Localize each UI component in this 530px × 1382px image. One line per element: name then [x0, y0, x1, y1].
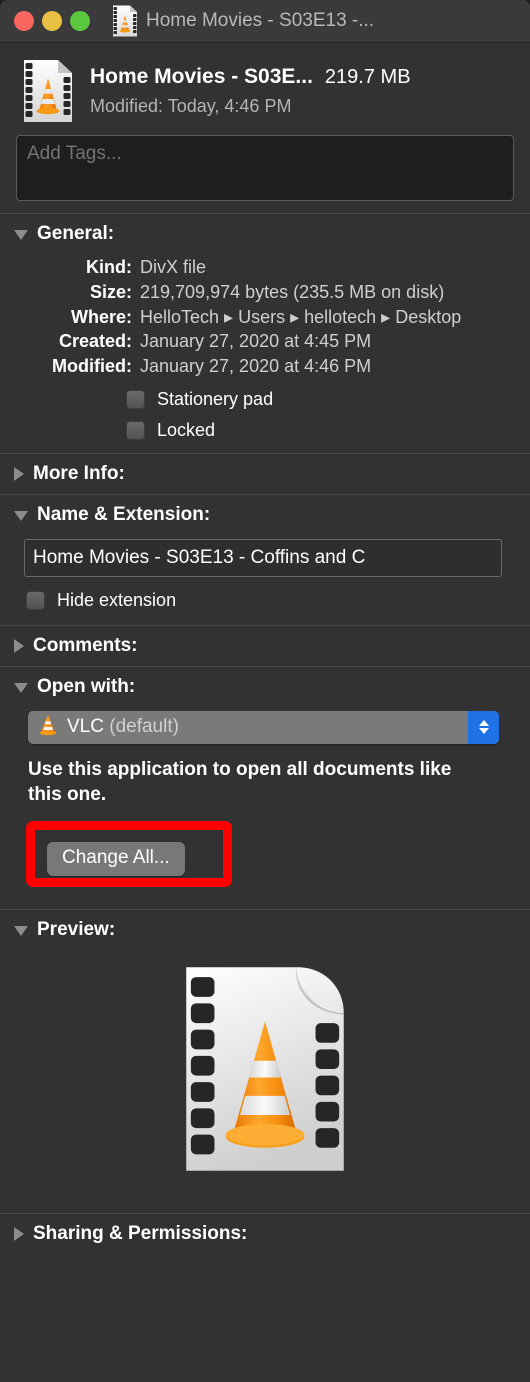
section-preview-body	[0, 950, 530, 1197]
locked-label: Locked	[157, 419, 216, 440]
open-with-description: Use this application to open all documen…	[28, 758, 452, 806]
info-row-kind: Kind: DivX file	[16, 256, 514, 280]
add-tags-input[interactable]: Add Tags...	[16, 135, 514, 201]
window-title-group: Home Movies - S03E13 -...	[112, 5, 374, 37]
info-value: 219,709,974 bytes (235.5 MB on disk)	[140, 281, 445, 302]
chevron-down-icon[interactable]	[14, 926, 28, 937]
window-titlebar: Home Movies - S03E13 -...	[0, 0, 530, 43]
file-summary-info: Home Movies - S03E... 219.7 MB Modified:…	[90, 59, 514, 117]
file-name-heading: Home Movies - S03E...	[90, 65, 313, 88]
section-general-label: General:	[37, 223, 115, 244]
section-comments-label: Comments:	[33, 634, 138, 656]
section-sharing-permissions-label: Sharing & Permissions:	[33, 1223, 248, 1245]
locked-checkbox[interactable]	[126, 420, 145, 440]
info-label: Created:	[58, 331, 132, 352]
info-row-size: Size: 219,709,974 bytes (235.5 MB on dis…	[16, 281, 514, 305]
info-value: DivX file	[140, 257, 207, 277]
stationery-pad-checkbox[interactable]	[126, 389, 145, 409]
vlc-movie-file-icon	[22, 59, 74, 123]
section-name-extension-body: Home Movies - S03E13 - Coffins and C Hid…	[0, 535, 530, 625]
section-preview-label: Preview:	[37, 919, 116, 941]
info-label: Modified:	[52, 356, 132, 376]
tags-field-wrapper: Add Tags...	[0, 135, 530, 213]
info-row-modified: Modified: January 27, 2020 at 4:46 PM	[16, 355, 514, 379]
chevron-right-icon[interactable]	[14, 1227, 24, 1242]
info-value: HelloTech ▸ Users ▸ hellotech ▸ Desktop	[140, 306, 462, 327]
chevron-up-icon	[478, 720, 489, 727]
hide-extension-label: Hide extension	[57, 589, 177, 610]
info-value: January 27, 2020 at 4:45 PM	[140, 331, 372, 352]
section-more-info-label: More Info:	[33, 462, 125, 484]
filename-value: Home Movies - S03E13 - Coffins and C	[33, 546, 366, 568]
section-preview-header[interactable]: Preview:	[0, 910, 530, 950]
locked-row[interactable]: Locked	[126, 420, 514, 441]
change-all-annotation-wrapper: Change All...	[16, 817, 514, 891]
info-row-created: Created: January 27, 2020 at 4:45 PM	[16, 330, 514, 354]
hide-extension-checkbox[interactable]	[26, 590, 45, 610]
vlc-movie-file-icon	[112, 5, 138, 37]
hide-extension-row[interactable]: Hide extension	[26, 590, 514, 611]
chevron-down-icon	[478, 728, 489, 735]
filename-input[interactable]: Home Movies - S03E13 - Coffins and C	[24, 538, 502, 577]
info-label: Where:	[70, 306, 132, 327]
open-with-dropdown[interactable]: VLC (default)	[28, 710, 499, 744]
close-button[interactable]	[14, 11, 34, 31]
vlc-movie-file-icon	[178, 964, 352, 1179]
section-more-info-header[interactable]: More Info:	[0, 454, 530, 494]
change-all-button[interactable]: Change All...	[47, 842, 185, 877]
open-with-default-suffix: (default)	[109, 716, 179, 738]
section-sharing-permissions-header[interactable]: Sharing & Permissions:	[0, 1214, 530, 1254]
chevron-down-icon[interactable]	[14, 682, 28, 693]
section-name-extension-header[interactable]: Name & Extension:	[0, 495, 530, 535]
chevron-right-icon[interactable]	[14, 638, 24, 653]
stationery-pad-row[interactable]: Stationery pad	[126, 389, 514, 410]
add-tags-placeholder: Add Tags...	[27, 143, 122, 164]
chevron-down-icon[interactable]	[14, 510, 28, 521]
zoom-button[interactable]	[70, 11, 90, 31]
stationery-pad-label: Stationery pad	[157, 388, 274, 409]
section-open-with-body: VLC (default) Use this application to op…	[0, 707, 530, 910]
info-label: Kind:	[86, 257, 132, 277]
info-label: Size:	[89, 281, 132, 302]
section-comments-header[interactable]: Comments:	[0, 626, 530, 666]
section-general-header[interactable]: General:	[0, 214, 530, 254]
file-size-heading: 219.7 MB	[324, 66, 411, 88]
window-title: Home Movies - S03E13 -...	[146, 10, 375, 31]
get-info-window: Home Movies - S03E13 -... Home Movies - …	[0, 0, 530, 1382]
vlc-cone-icon	[37, 713, 59, 742]
dropdown-stepper-button[interactable]	[468, 710, 499, 744]
open-with-value: VLC (default)	[67, 716, 179, 738]
chevron-right-icon[interactable]	[14, 466, 24, 481]
file-modified-heading: Modified: Today, 4:46 PM	[90, 96, 292, 116]
section-general-body: Kind: DivX file Size: 219,709,974 bytes …	[0, 254, 530, 453]
minimize-button[interactable]	[42, 11, 62, 31]
section-open-with-label: Open with:	[37, 675, 136, 697]
info-value: January 27, 2020 at 4:46 PM	[140, 356, 372, 376]
open-with-app-name: VLC	[67, 716, 104, 738]
traffic-lights	[14, 11, 90, 31]
info-row-where: Where: HelloTech ▸ Users ▸ hellotech ▸ D…	[16, 306, 514, 330]
chevron-down-icon[interactable]	[14, 230, 28, 240]
file-summary-header: Home Movies - S03E... 219.7 MB Modified:…	[0, 43, 530, 135]
section-name-extension-label: Name & Extension:	[37, 503, 211, 525]
section-open-with-header[interactable]: Open with:	[0, 667, 530, 707]
